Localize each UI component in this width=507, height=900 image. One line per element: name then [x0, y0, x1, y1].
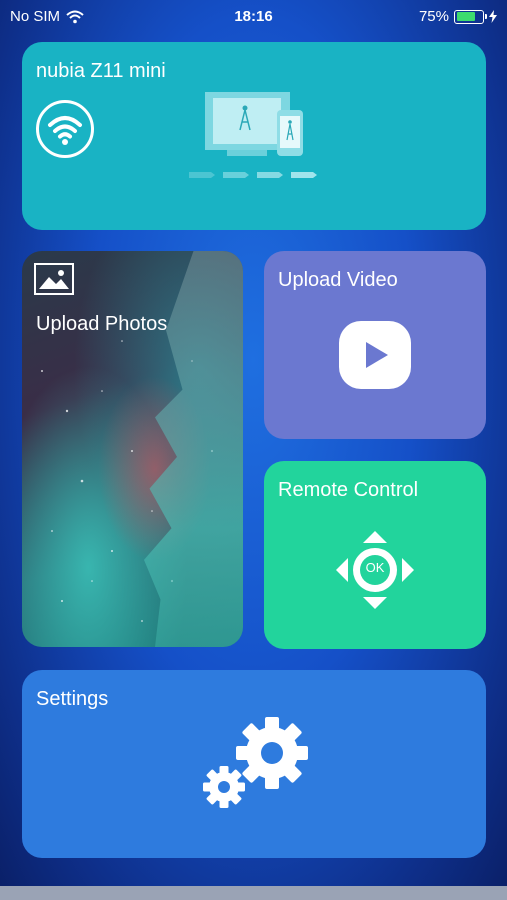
upload-video-label: Upload Video — [278, 269, 398, 291]
remote-control-label: Remote Control — [278, 479, 419, 501]
settings-tile[interactable]: Settings — [22, 670, 486, 858]
upload-photos-label: Upload Photos — [36, 313, 168, 335]
charging-bolt-icon — [489, 10, 497, 23]
battery-icon — [454, 9, 487, 24]
upload-photos-tile[interactable]: Upload Photos — [22, 251, 243, 647]
battery-fill — [456, 12, 476, 21]
battery-percentage: 75% — [418, 8, 449, 25]
device-card[interactable]: nubia Z11 mini — [22, 42, 486, 230]
bottom-edge-bar — [0, 886, 507, 900]
upload-video-tile[interactable]: Upload Video — [264, 251, 486, 439]
play-icon — [339, 321, 411, 389]
ok-label: OK — [365, 560, 385, 575]
remote-control-tile[interactable]: Remote Control OK — [264, 461, 486, 649]
screen-cast-icon — [189, 92, 317, 178]
device-name: nubia Z11 mini — [36, 60, 166, 82]
settings-label: Settings — [36, 688, 109, 710]
wifi-icon — [36, 100, 94, 158]
battery-group: 75% — [419, 8, 497, 25]
image-icon — [34, 263, 74, 295]
gears-icon — [203, 717, 308, 808]
status-bar: No SIM 18:16 75% — [0, 0, 507, 32]
